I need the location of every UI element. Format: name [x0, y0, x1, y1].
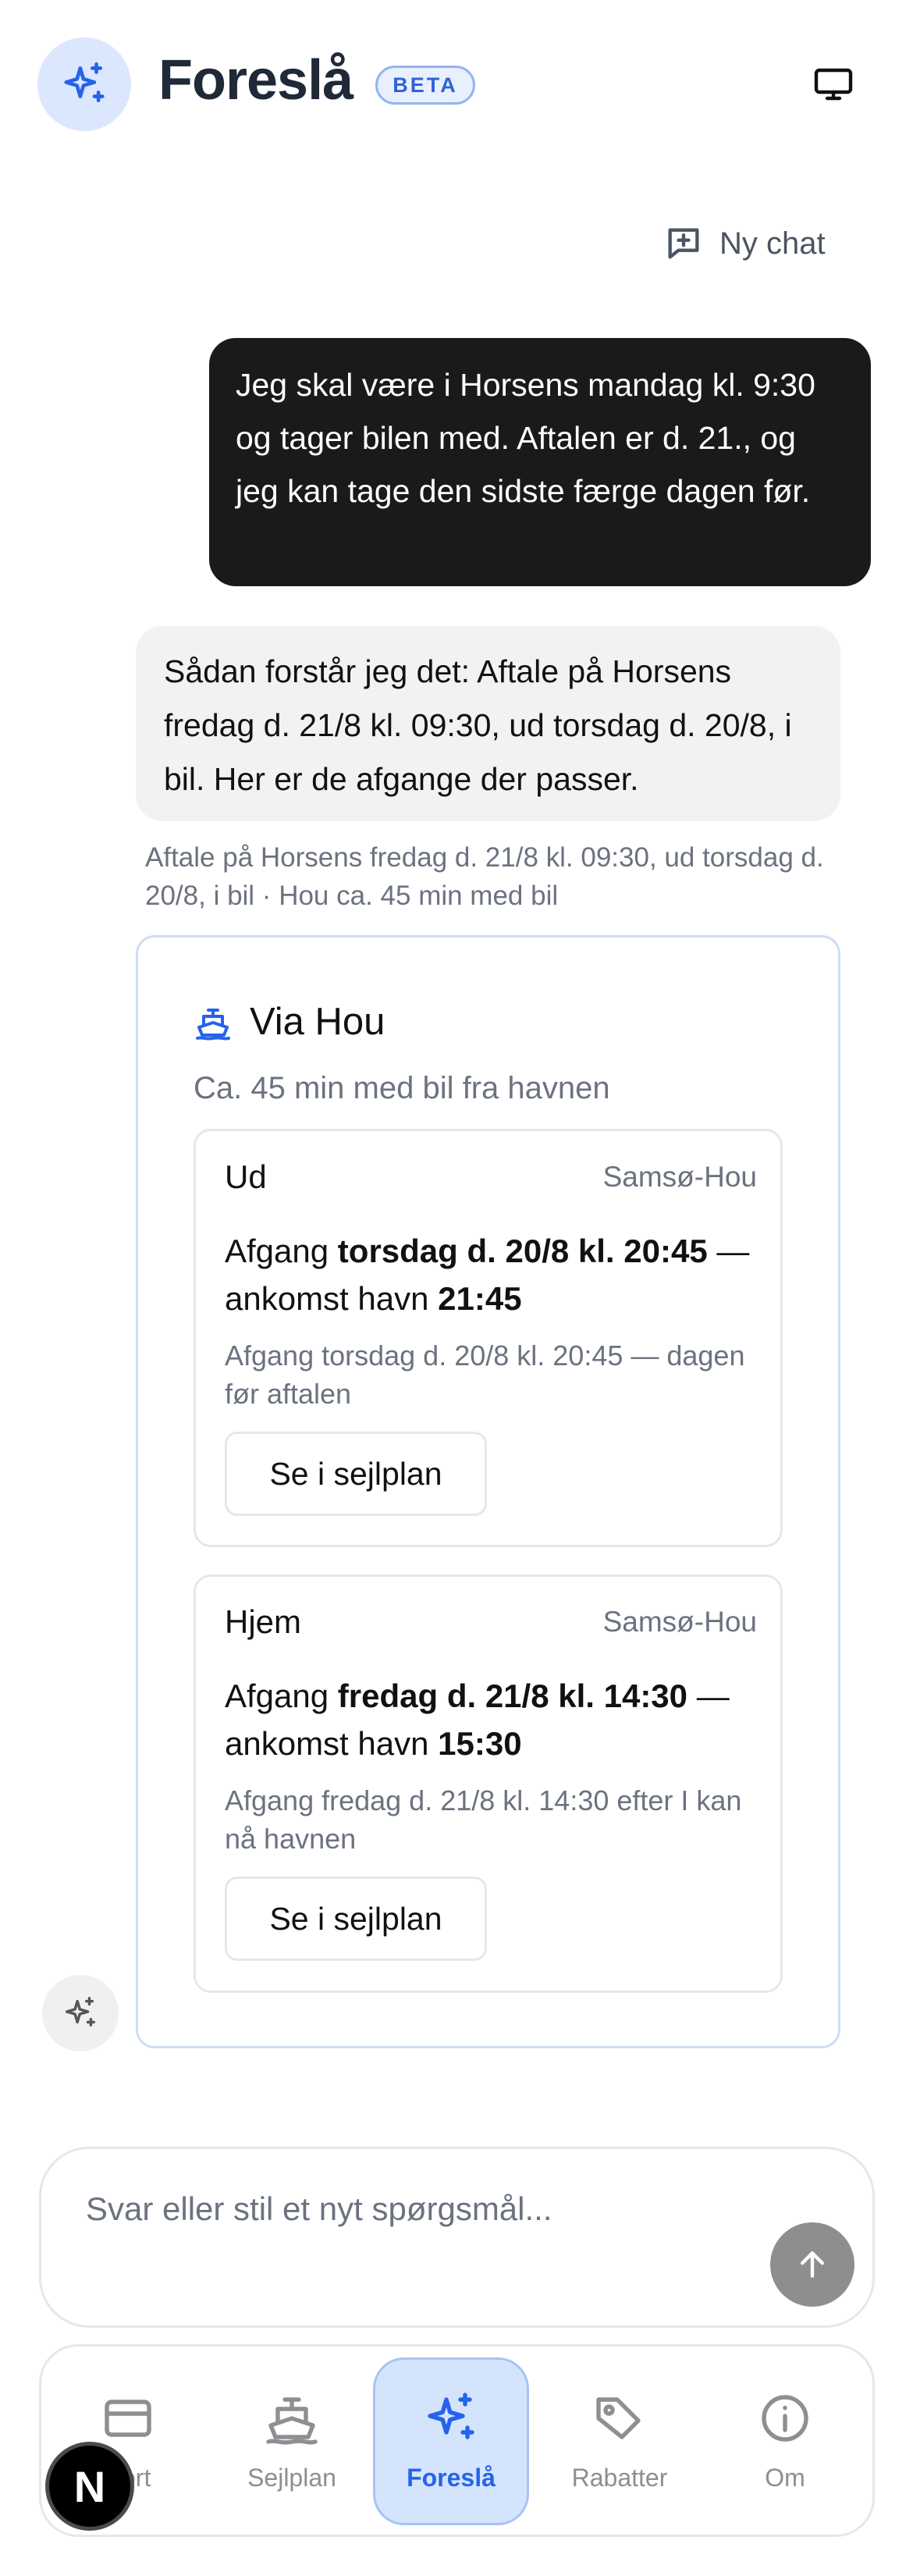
- page-title: Foreslå: [158, 49, 353, 112]
- ferry-icon: [266, 2397, 318, 2445]
- message-input[interactable]: Svar eller stil et nyt spørgsmål...: [86, 2186, 710, 2233]
- app-logo: [37, 37, 131, 131]
- sparkles-icon: [428, 2393, 474, 2439]
- leg-direction: Hjem: [225, 1603, 302, 1640]
- nav-label: Om: [765, 2464, 805, 2492]
- see-schedule-button[interactable]: Se i sejlplan: [225, 1877, 487, 1961]
- sparkles-icon: [64, 62, 105, 102]
- dev-tools-badge[interactable]: N: [45, 2442, 134, 2531]
- user-message: Jeg skal være i Horsens mandag kl. 9:30 …: [209, 338, 871, 586]
- assistant-message: Sådan forstår jeg det: Aftale på Horsens…: [136, 626, 840, 821]
- leg-route: Samsø-Hou: [602, 1606, 757, 1638]
- card-icon: [105, 2400, 151, 2437]
- route-subtitle: Ca. 45 min med bil fra havnen: [194, 1071, 610, 1105]
- leg-route: Samsø-Hou: [602, 1161, 757, 1193]
- arrow-up-icon: [800, 2251, 825, 2278]
- monitor-icon[interactable]: [813, 66, 854, 103]
- leg-note: Afgang torsdag d. 20/8 kl. 20:45 — dagen…: [225, 1340, 745, 1410]
- send-button[interactable]: [770, 2222, 854, 2307]
- composer[interactable]: [39, 2147, 875, 2328]
- new-chat-label: Ny chat: [719, 226, 826, 261]
- ferry-icon: [194, 1004, 232, 1041]
- trip-summary: Aftale på Horsens fredag d. 21/8 kl. 09:…: [145, 842, 824, 911]
- nav-label: Sejlplan: [247, 2464, 336, 2492]
- leg-direction: Ud: [225, 1158, 267, 1195]
- beta-badge: BETA: [375, 66, 475, 105]
- nav-item-om[interactable]: Om: [707, 2357, 863, 2525]
- new-chat-button[interactable]: Ny chat: [663, 219, 826, 269]
- assistant-avatar: [42, 1975, 119, 2051]
- leg-departure: Afgang fredag d. 21/8 kl. 14:30 — ankoms…: [225, 1678, 730, 1762]
- route-title: Via Hou: [250, 1001, 385, 1043]
- tag-icon: [596, 2397, 641, 2439]
- nav-item-rabatter[interactable]: Rabatter: [542, 2357, 698, 2525]
- nav-label: Rabatter: [571, 2464, 668, 2492]
- leg-departure: Afgang torsdag d. 20/8 kl. 20:45 — ankom…: [225, 1233, 750, 1317]
- nav-item-sejlplan[interactable]: Sejlplan: [214, 2357, 370, 2525]
- see-schedule-button[interactable]: Se i sejlplan: [225, 1432, 487, 1516]
- nav-item-foresla[interactable]: Foreslå: [373, 2357, 529, 2525]
- nav-label: Foreslå: [407, 2464, 496, 2492]
- sparkles-icon: [66, 1997, 95, 2027]
- info-icon: [762, 2395, 808, 2442]
- message-plus-icon: [668, 228, 699, 259]
- leg-note: Afgang fredag d. 21/8 kl. 14:30 efter I …: [225, 1784, 742, 1855]
